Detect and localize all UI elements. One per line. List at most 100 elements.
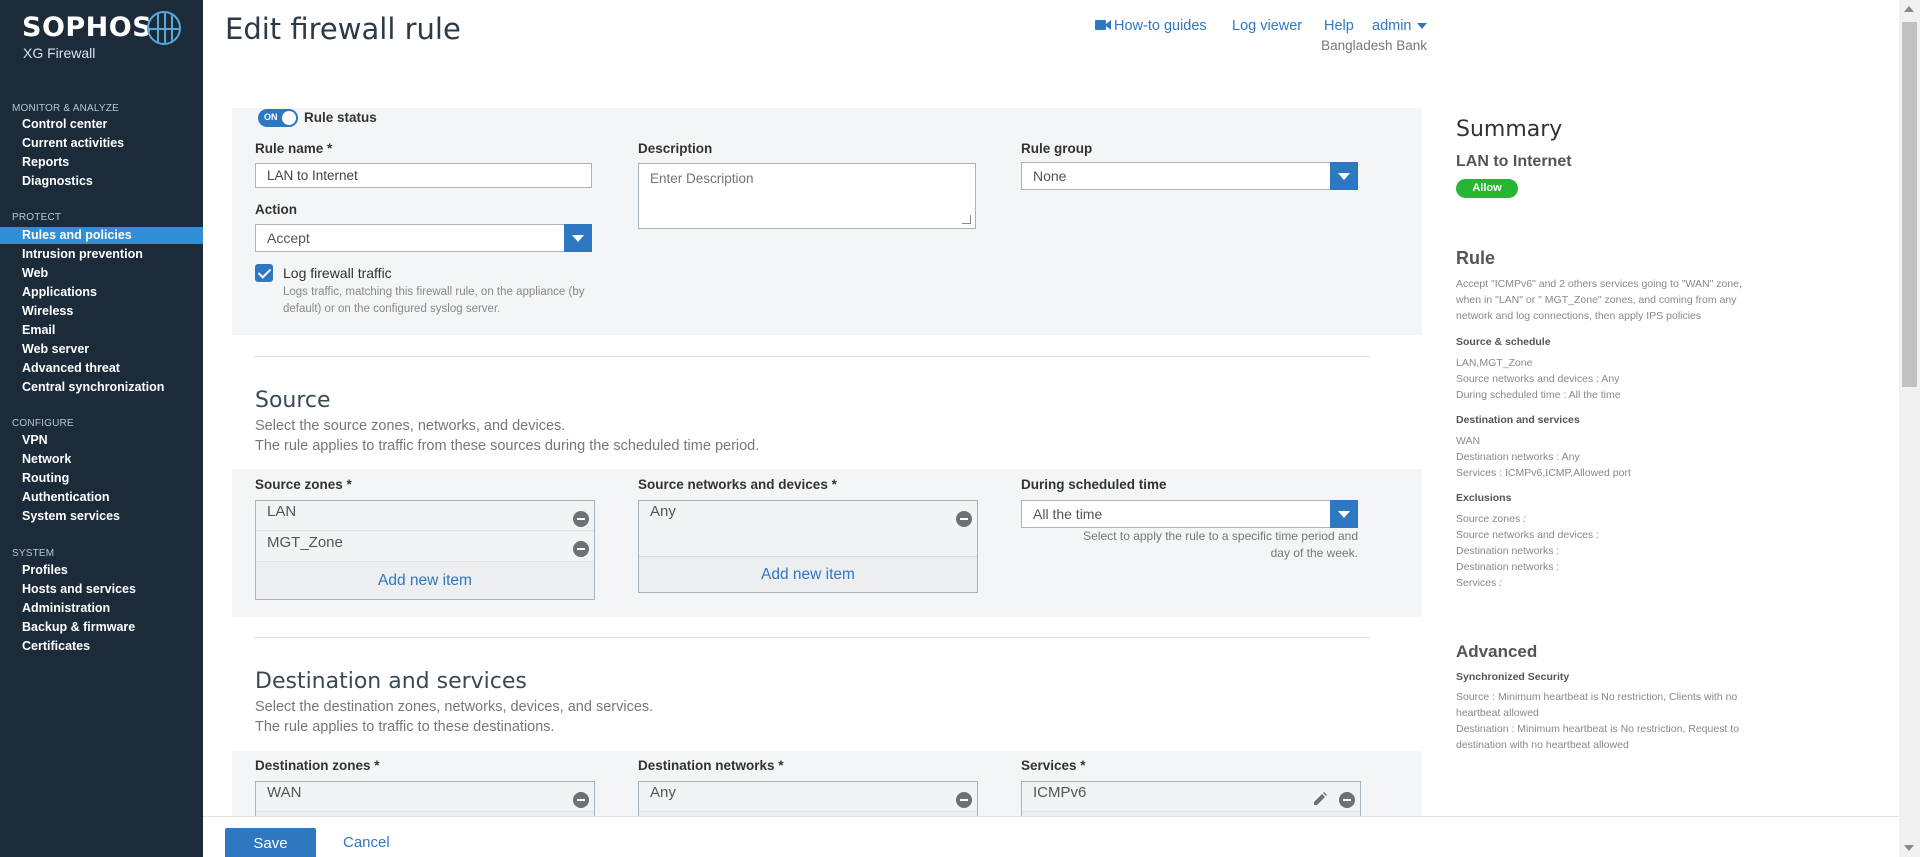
nav-item-web[interactable]: Web bbox=[0, 265, 203, 282]
list-item-label: WAN bbox=[267, 784, 302, 801]
summary-dest-line: WAN bbox=[1456, 435, 1481, 447]
nav-item-rules-and-policies[interactable]: Rules and policies bbox=[0, 227, 203, 244]
scroll-up-icon[interactable] bbox=[1904, 6, 1914, 12]
rule-group-select[interactable]: None bbox=[1021, 162, 1358, 190]
nav-item-intrusion-prevention[interactable]: Intrusion prevention bbox=[0, 246, 203, 263]
remove-icon[interactable] bbox=[573, 792, 589, 808]
source-networks-label: Source networks and devices * bbox=[638, 477, 837, 492]
list-item-label: MGT_Zone bbox=[267, 534, 343, 551]
summary-sync-heading: Synchronized Security bbox=[1456, 671, 1570, 683]
summary-src-line: Source networks and devices : Any bbox=[1456, 373, 1620, 385]
summary-excl-line: Source zones : bbox=[1456, 513, 1527, 525]
nav-item-diagnostics[interactable]: Diagnostics bbox=[0, 173, 203, 190]
summary-src-line: During scheduled time : All the time bbox=[1456, 389, 1621, 401]
nav-item-administration[interactable]: Administration bbox=[0, 600, 203, 617]
remove-icon[interactable] bbox=[956, 792, 972, 808]
remove-icon[interactable] bbox=[573, 511, 589, 527]
nav-item-wireless[interactable]: Wireless bbox=[0, 303, 203, 320]
destination-networks-label: Destination networks * bbox=[638, 758, 784, 773]
schedule-value: All the time bbox=[1033, 506, 1103, 522]
summary-sync-line: Destination : Minimum heartbeat is No re… bbox=[1456, 723, 1740, 735]
list-item-label: LAN bbox=[267, 503, 297, 520]
rule-status-toggle[interactable]: ON bbox=[258, 109, 298, 127]
organization-name: Bangladesh Bank bbox=[1321, 38, 1427, 53]
remove-icon[interactable] bbox=[573, 541, 589, 557]
cancel-button[interactable]: Cancel bbox=[343, 834, 390, 851]
list-item-label: Any bbox=[650, 784, 676, 801]
description-textarea[interactable] bbox=[638, 163, 976, 229]
log-traffic-label: Log firewall traffic bbox=[283, 265, 392, 281]
source-section-title: Source bbox=[255, 388, 331, 413]
remove-icon[interactable] bbox=[1339, 792, 1355, 808]
nav-item-reports[interactable]: Reports bbox=[0, 154, 203, 171]
nav-item-network[interactable]: Network bbox=[0, 451, 203, 468]
nav-section-protect: PROTECT bbox=[12, 212, 62, 223]
destination-desc-line2: The rule applies to traffic to these des… bbox=[255, 719, 555, 735]
list-item: MGT_Zone bbox=[256, 532, 594, 562]
summary-sync-line: heartbeat allowed bbox=[1456, 707, 1539, 719]
rule-name-input[interactable]: LAN to Internet bbox=[255, 163, 592, 188]
nav-item-authentication[interactable]: Authentication bbox=[0, 489, 203, 506]
scroll-down-icon[interactable] bbox=[1904, 845, 1914, 851]
log-traffic-checkbox[interactable] bbox=[255, 264, 273, 282]
destination-networks-list: Any bbox=[638, 781, 978, 821]
add-source-zone-button[interactable]: Add new item bbox=[256, 572, 594, 590]
summary-rule-text-3: network and log connections, then apply … bbox=[1456, 310, 1702, 322]
nav-item-web-server[interactable]: Web server bbox=[0, 341, 203, 358]
nav-section-configure: CONFIGURE bbox=[12, 418, 74, 429]
summary-excl-line: Destination networks : bbox=[1456, 545, 1560, 557]
remove-icon[interactable] bbox=[956, 511, 972, 527]
rule-group-label: Rule group bbox=[1021, 141, 1093, 156]
sophos-logo: SOPHOS bbox=[22, 12, 153, 43]
summary-excl-line: Destination networks : bbox=[1456, 561, 1560, 573]
scrollbar-thumb[interactable] bbox=[1902, 22, 1917, 387]
destination-section-title: Destination and services bbox=[255, 669, 527, 694]
action-select[interactable]: Accept bbox=[255, 224, 592, 252]
nav-item-vpn[interactable]: VPN bbox=[0, 432, 203, 449]
sidebar: SOPHOS XG Firewall MONITOR & ANALYZE Con… bbox=[0, 0, 203, 857]
footer-bar: Save Cancel bbox=[203, 816, 1899, 857]
summary-rule-name: LAN to Internet bbox=[1456, 153, 1572, 170]
destination-zones-label: Destination zones * bbox=[255, 758, 380, 773]
services-list: ICMPv6 bbox=[1021, 781, 1361, 821]
rule-group-value: None bbox=[1033, 168, 1067, 184]
summary-rule-text-2: when in "LAN" or " MGT_Zone" zones, and … bbox=[1456, 294, 1737, 306]
nav-item-advanced-threat[interactable]: Advanced threat bbox=[0, 360, 203, 377]
admin-menu[interactable]: admin bbox=[1372, 18, 1427, 34]
nav-item-email[interactable]: Email bbox=[0, 322, 203, 339]
nav-item-system-services[interactable]: System services bbox=[0, 508, 203, 525]
resize-handle-icon[interactable] bbox=[962, 215, 971, 224]
divider bbox=[254, 356, 1370, 357]
howto-guides-link[interactable]: How-to guides bbox=[1095, 18, 1207, 34]
action-label: Action bbox=[255, 202, 297, 217]
nav-item-backup-firmware[interactable]: Backup & firmware bbox=[0, 619, 203, 636]
nav-item-central-sync[interactable]: Central synchronization bbox=[0, 379, 203, 396]
pencil-icon[interactable] bbox=[1312, 791, 1328, 807]
nav-item-certificates[interactable]: Certificates bbox=[0, 638, 203, 655]
list-item: LAN bbox=[256, 501, 594, 531]
nav-item-current-activities[interactable]: Current activities bbox=[0, 135, 203, 152]
list-item: Any bbox=[639, 782, 977, 812]
toggle-knob bbox=[282, 111, 296, 125]
video-camera-icon bbox=[1095, 20, 1111, 30]
nav-item-routing[interactable]: Routing bbox=[0, 470, 203, 487]
nav-item-applications[interactable]: Applications bbox=[0, 284, 203, 301]
nav-item-hosts-and-services[interactable]: Hosts and services bbox=[0, 581, 203, 598]
admin-label: admin bbox=[1372, 18, 1412, 34]
nav-item-profiles[interactable]: Profiles bbox=[0, 562, 203, 579]
scrollbar[interactable] bbox=[1899, 0, 1920, 857]
source-desc-line1: Select the source zones, networks, and d… bbox=[255, 418, 566, 434]
nav-section-system: SYSTEM bbox=[12, 548, 55, 559]
destination-zones-list: WAN bbox=[255, 781, 595, 821]
help-link[interactable]: Help bbox=[1324, 18, 1354, 34]
summary-excl-line: Source networks and devices : bbox=[1456, 529, 1599, 541]
sophos-logo-icon bbox=[147, 11, 181, 45]
log-viewer-link[interactable]: Log viewer bbox=[1232, 18, 1302, 34]
save-button[interactable]: Save bbox=[225, 828, 316, 857]
schedule-select[interactable]: All the time bbox=[1021, 500, 1358, 528]
summary-dest-line: Services : ICMPv6,ICMP,Allowed port bbox=[1456, 467, 1631, 479]
nav-item-control-center[interactable]: Control center bbox=[0, 116, 203, 133]
summary-advanced-heading: Advanced bbox=[1456, 642, 1538, 661]
list-item-label: ICMPv6 bbox=[1033, 784, 1087, 801]
add-source-network-button[interactable]: Add new item bbox=[639, 566, 977, 584]
